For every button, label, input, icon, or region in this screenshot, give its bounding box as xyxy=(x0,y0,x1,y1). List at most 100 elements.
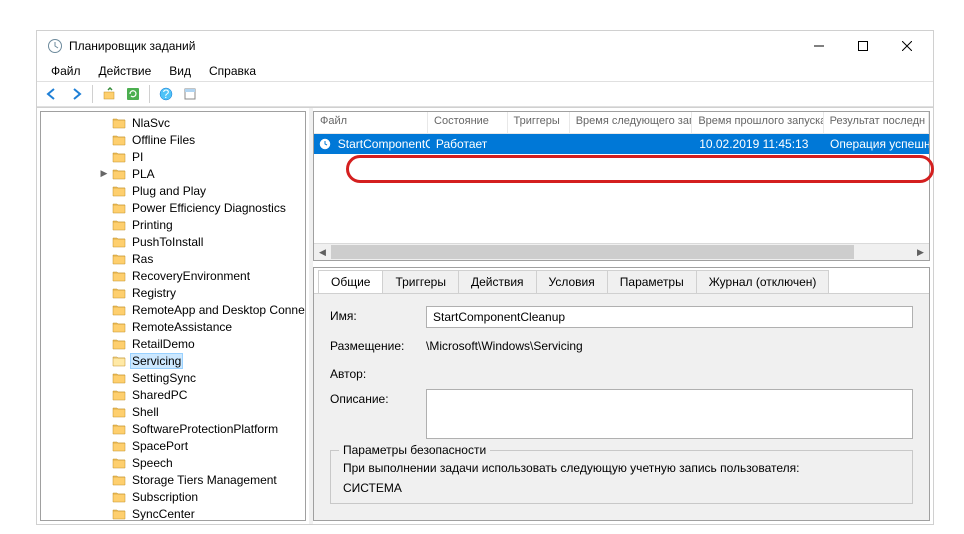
tree-item-spaceport[interactable]: SpacePort xyxy=(41,437,305,454)
task-cell: Операция успешно xyxy=(824,135,929,153)
menu-help[interactable]: Справка xyxy=(201,62,264,80)
tab-общие[interactable]: Общие xyxy=(318,270,383,293)
expander-icon xyxy=(97,303,111,317)
refresh-button[interactable] xyxy=(122,83,144,105)
tree-item-pushtoinstall[interactable]: PushToInstall xyxy=(41,233,305,250)
tree-pane[interactable]: NlaSvcOffline Files PI ▶ PLA Plug and Play Po… xyxy=(40,111,306,521)
scroll-left-arrow[interactable]: ◀ xyxy=(314,244,331,260)
tree-item-recoveryenvironment[interactable]: RecoveryEnvironment xyxy=(41,267,305,284)
properties-button[interactable] xyxy=(179,83,201,105)
folder-icon xyxy=(111,405,127,419)
tree-item-servicing[interactable]: Servicing xyxy=(41,352,305,369)
tree-item-remoteassistance[interactable]: RemoteAssistance xyxy=(41,318,305,335)
folder-icon xyxy=(111,388,127,402)
description-field[interactable] xyxy=(426,389,913,439)
tree-item-ras[interactable]: Ras xyxy=(41,250,305,267)
minimize-button[interactable] xyxy=(797,32,841,60)
tabstrip: ОбщиеТриггерыДействияУсловияПараметрыЖур… xyxy=(314,268,929,294)
help-button[interactable]: ? xyxy=(155,83,177,105)
tree-item-printing[interactable]: Printing xyxy=(41,216,305,233)
tree-item-label: RemoteAssistance xyxy=(130,320,234,334)
tree-item-retaildemo[interactable]: RetailDemo xyxy=(41,335,305,352)
tree-item-pla[interactable]: ▶ PLA xyxy=(41,165,305,182)
right-pane: ФайлСостояниеТриггерыВремя следующего за… xyxy=(313,111,930,521)
tree-item-label: RemoteApp and Desktop Connections xyxy=(130,303,306,317)
column-header[interactable]: Время прошлого запуска xyxy=(692,112,823,133)
content-area: NlaSvcOffline Files PI ▶ PLA Plug and Play Po… xyxy=(37,107,933,524)
task-cell xyxy=(509,142,571,146)
expander-icon xyxy=(97,133,111,147)
tree-item-subscription[interactable]: Subscription xyxy=(41,488,305,505)
tree-item-nlasvc[interactable]: NlaSvc xyxy=(41,114,305,131)
close-button[interactable] xyxy=(885,32,929,60)
expander-icon xyxy=(97,337,111,351)
tree-item-power-efficiency-diagnostics[interactable]: Power Efficiency Diagnostics xyxy=(41,199,305,216)
tree-item-label: Plug and Play xyxy=(130,184,208,198)
forward-button[interactable] xyxy=(65,83,87,105)
tree-item-settingsync[interactable]: SettingSync xyxy=(41,369,305,386)
expander-icon xyxy=(97,473,111,487)
expander-icon[interactable]: ▶ xyxy=(97,167,111,181)
folder-icon xyxy=(111,303,127,317)
tree-item-label: Storage Tiers Management xyxy=(130,473,279,487)
column-header[interactable]: Файл xyxy=(314,112,428,133)
tree-item-sharedpc[interactable]: SharedPC xyxy=(41,386,305,403)
up-button[interactable] xyxy=(98,83,120,105)
tree-item-label: Power Efficiency Diagnostics xyxy=(130,201,288,215)
tree-item-label: RetailDemo xyxy=(130,337,197,351)
name-field[interactable] xyxy=(426,306,913,328)
scroll-thumb[interactable] xyxy=(331,245,854,259)
expander-icon xyxy=(97,490,111,504)
toolbar: ? xyxy=(37,81,933,107)
column-header[interactable]: Время следующего запуска xyxy=(570,112,693,133)
expander-icon xyxy=(97,116,111,130)
tree-item-label: NlaSvc xyxy=(130,116,172,130)
tree-item-label: Servicing xyxy=(130,353,183,369)
tree-item-label: RecoveryEnvironment xyxy=(130,269,252,283)
tree-item-speech[interactable]: Speech xyxy=(41,454,305,471)
folder-icon xyxy=(111,201,127,215)
tree-item-registry[interactable]: Registry xyxy=(41,284,305,301)
tree-item-label: PLA xyxy=(130,167,157,181)
expander-icon xyxy=(97,184,111,198)
folder-icon xyxy=(111,320,127,334)
svg-text:?: ? xyxy=(163,87,170,101)
tab-журнал-отключен-[interactable]: Журнал (отключен) xyxy=(696,270,830,293)
folder-icon xyxy=(111,456,127,470)
tab-триггеры[interactable]: Триггеры xyxy=(382,270,459,293)
menu-view[interactable]: Вид xyxy=(161,62,199,80)
back-button[interactable] xyxy=(41,83,63,105)
menu-action[interactable]: Действие xyxy=(91,62,160,80)
description-label: Описание: xyxy=(330,389,426,406)
menu-file[interactable]: Файл xyxy=(43,62,89,80)
tree-item-shell[interactable]: Shell xyxy=(41,403,305,420)
scroll-right-arrow[interactable]: ▶ xyxy=(912,244,929,260)
tree-item-offline-files[interactable]: Offline Files xyxy=(41,131,305,148)
expander-icon xyxy=(97,507,111,521)
tree-item-plug-and-play[interactable]: Plug and Play xyxy=(41,182,305,199)
tab-условия[interactable]: Условия xyxy=(536,270,608,293)
tree-item-synccenter[interactable]: SyncCenter xyxy=(41,505,305,521)
tree-item-storage-tiers-management[interactable]: Storage Tiers Management xyxy=(41,471,305,488)
expander-icon xyxy=(97,320,111,334)
tab-действия[interactable]: Действия xyxy=(458,270,537,293)
column-header[interactable]: Результат последн xyxy=(824,112,929,133)
column-header[interactable]: Состояние xyxy=(428,112,507,133)
expander-icon xyxy=(97,354,111,368)
task-cell: Работает xyxy=(430,135,509,153)
task-cell xyxy=(571,142,693,146)
security-groupbox: Параметры безопасности При выполнении за… xyxy=(330,450,913,504)
task-row[interactable]: StartComponentCleanupРаботает10.02.2019 … xyxy=(314,134,929,154)
tree-item-label: PushToInstall xyxy=(130,235,205,249)
column-header[interactable]: Триггеры xyxy=(508,112,570,133)
folder-icon xyxy=(111,218,127,232)
tree-item-label: PI xyxy=(130,150,145,164)
expander-icon xyxy=(97,201,111,215)
tree-item-remoteapp-and-desktop-connections[interactable]: RemoteApp and Desktop Connections xyxy=(41,301,305,318)
tree-item-softwareprotectionplatform[interactable]: SoftwareProtectionPlatform xyxy=(41,420,305,437)
task-list[interactable]: ФайлСостояниеТриггерыВремя следующего за… xyxy=(313,111,930,261)
tab-параметры[interactable]: Параметры xyxy=(607,270,697,293)
horizontal-scrollbar[interactable]: ◀ ▶ xyxy=(314,243,929,260)
maximize-button[interactable] xyxy=(841,32,885,60)
tree-item-pi[interactable]: PI xyxy=(41,148,305,165)
